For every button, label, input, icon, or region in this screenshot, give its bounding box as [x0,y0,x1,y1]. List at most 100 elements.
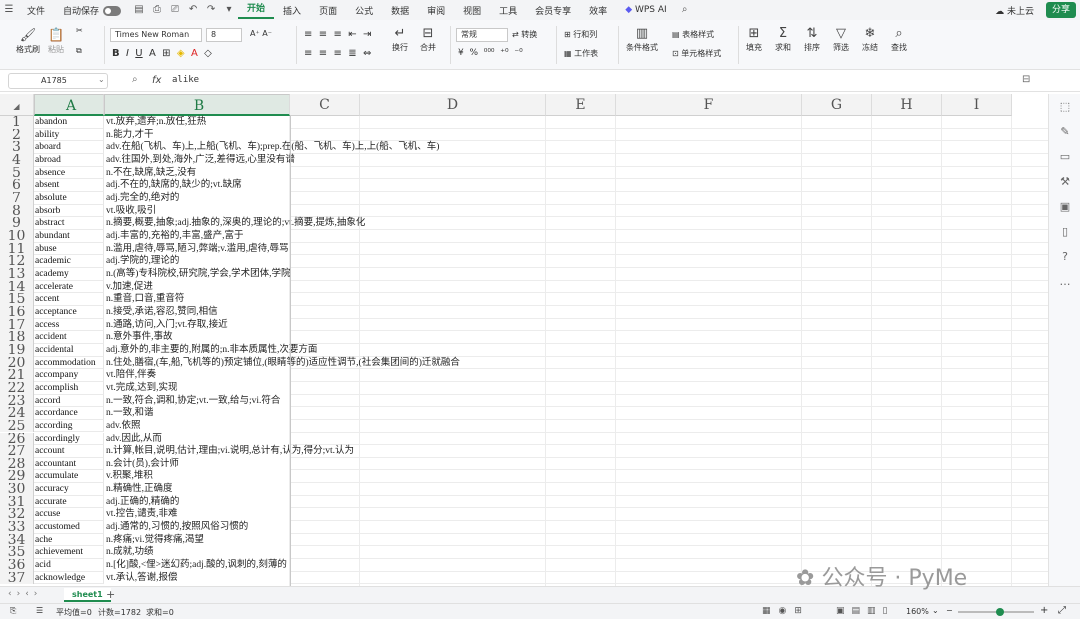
cell-definition[interactable]: n.会计(员),会计师 [104,458,179,471]
cell-style-button[interactable]: ⊡ 单元格样式 [672,48,721,59]
column-header-c[interactable]: C [290,94,360,116]
cell-word[interactable]: accidental [34,343,104,357]
column-header-e[interactable]: E [546,94,616,116]
row-header[interactable]: 29 [0,470,34,484]
find-button[interactable]: ⌕ 查找 [891,26,907,53]
cell-word[interactable]: acknowledge [34,571,104,585]
status-menu-icon[interactable]: ☰ [36,606,43,615]
cell-word[interactable]: aboard [34,141,104,154]
edit-icon[interactable]: ✎ [1049,119,1080,144]
cell-definition[interactable]: adv.因此,从而 [104,433,162,446]
fill-button[interactable]: ⊞ 填充 [746,26,762,53]
cell-word[interactable]: accommodation [34,356,104,370]
cell-definition[interactable]: n.成就,功绩 [104,546,154,559]
filter-button[interactable]: ▽ 筛选 [833,26,849,53]
cell-definition[interactable]: vt.承认,答谢,报偿 [104,572,178,585]
column-header-a[interactable]: A [34,94,104,116]
row-header[interactable]: 37 [0,571,34,585]
cell-word[interactable]: achievement [34,546,104,560]
zoom-icon[interactable]: ⌕ [132,74,138,85]
font-style-buttons[interactable]: B I U A ⊞ ◈ A ◇ [112,48,212,59]
cell-definition[interactable]: n.通路,访问,入门;vt.存取,接近 [104,319,228,332]
image-icon[interactable]: ▣ [1049,194,1080,219]
halign-buttons[interactable]: ≡ ≡ ≡ ≣ ⇔ [304,48,371,59]
row-header[interactable]: 31 [0,495,34,509]
cell-word[interactable]: ache [34,533,104,547]
row-header[interactable]: 11 [0,242,34,256]
cell-word[interactable]: accent [34,293,104,306]
row-header[interactable]: 33 [0,521,34,534]
cell-word[interactable]: accident [34,331,104,344]
more-icon[interactable]: … [1049,269,1080,294]
expand-formula-icon[interactable]: ⊟ [1022,74,1030,85]
tab-view[interactable]: 视图 [454,4,490,17]
number-buttons[interactable]: ¥ % ⁰⁰⁰ ⁺⁰ ⁻⁰ [458,48,523,58]
cell-definition[interactable]: n.精确性,正确度 [104,483,173,496]
format-painter-button[interactable]: 🖌 格式刷 [16,28,40,55]
cell-word[interactable]: absolute [34,191,104,205]
cell-definition[interactable]: adj.通常的,习惯的,按照风俗习惯的 [104,521,248,534]
cond-format-button[interactable]: ▥ 条件格式 [626,26,658,53]
row-header[interactable]: 6 [0,179,34,192]
view-mode-icons[interactable]: ▦◉⊞ [762,606,810,616]
file-menu[interactable]: 文件 [18,4,54,17]
cell-word[interactable]: accumulate [34,470,104,484]
cell-word[interactable]: account [34,445,104,458]
cell-definition[interactable]: adj.意外的,非主要的,附属的;n.非本质属性,次要方面 [104,344,317,357]
selection-icon[interactable]: ⬚ [1049,94,1080,119]
paste-button[interactable]: 📋 粘贴 [48,28,64,55]
print-icon[interactable]: ⎚ [168,3,182,17]
cell-word[interactable]: abundant [34,229,104,243]
cell-word[interactable]: ability [34,128,104,142]
cell-word[interactable]: accountant [34,457,104,471]
cell-word[interactable]: accordingly [34,432,104,446]
undo-icon[interactable]: ↶ [186,3,200,17]
spreadsheet-grid[interactable]: ◢ A B C D E F G H I 1 abandon vt.放弃,遗弃;n.放任,狂热 2 abil… [0,94,1048,586]
sheet-tab-sheet1[interactable]: sheet1 [64,588,111,602]
font-size-select[interactable]: 8 [206,28,242,42]
row-header[interactable]: 19 [0,343,34,357]
row-header[interactable]: 1 [0,116,34,129]
column-header-f[interactable]: F [616,94,802,116]
row-header[interactable]: 16 [0,305,34,319]
more-quick-icon[interactable]: ▾ [222,3,236,17]
cell-definition[interactable]: n.重音,口音,重音符 [104,293,184,306]
sheet-nav-icons[interactable]: ‹›‹› [8,589,42,599]
formula-input[interactable]: alike [172,75,199,85]
name-box-chevron-icon[interactable]: ⌄ [98,75,105,84]
cell-definition[interactable]: adv.往国外,到处,海外,广泛,差得远,心里没有谱 [104,154,295,167]
row-header[interactable]: 4 [0,153,34,167]
sum-button[interactable]: Σ 求和 [775,26,791,53]
cell-definition[interactable]: v.积聚,堆积 [104,470,153,483]
font-grow-button[interactable]: A⁺ A⁻ [250,29,272,38]
cell-definition[interactable]: adj.丰富的,充裕的,丰富,盛产,富于 [104,230,243,243]
layout-mode-icons[interactable]: ▣▤▥▯ [836,606,894,616]
add-sheet-icon[interactable]: + [106,588,115,601]
cell-word[interactable]: academy [34,267,104,281]
cell-definition[interactable]: adj.学院的,理论的 [104,255,179,268]
cell-word[interactable]: accuracy [34,483,104,496]
cell-definition[interactable]: n.滥用,虐待,辱骂,陋习,弊端;v.滥用,虐待,辱骂 [104,243,289,256]
cell-definition[interactable]: n.一致,和谐 [104,407,154,420]
row-header[interactable]: 23 [0,394,34,408]
cell-definition[interactable]: n.疼痛;vi.觉得疼痛,渴望 [104,534,204,547]
row-header[interactable]: 21 [0,369,34,382]
row-header[interactable]: 15 [0,293,34,306]
tab-insert[interactable]: 插入 [274,4,310,17]
cell-word[interactable]: accompany [34,369,104,382]
convert-button[interactable]: ⇄ 转换 [512,29,537,40]
zoom-slider-handle[interactable] [996,608,1004,616]
tab-home[interactable]: 开始 [238,1,275,19]
copy-button[interactable]: ⧉ [76,46,82,56]
wrap-button[interactable]: ↵ 换行 [392,26,408,53]
cell-definition[interactable]: n.不在,缺席,缺乏,没有 [104,167,196,180]
row-header[interactable]: 14 [0,280,34,294]
column-header-i[interactable]: I [942,94,1012,116]
status-icon[interactable]: ⎘ [10,606,16,616]
row-header[interactable]: 34 [0,533,34,547]
book-icon[interactable]: ▯ [1049,219,1080,244]
zoom-level[interactable]: 160% [906,607,929,616]
row-header[interactable]: 5 [0,166,34,180]
row-header[interactable]: 13 [0,267,34,281]
cell-definition[interactable]: n.能力,才干 [104,129,154,142]
